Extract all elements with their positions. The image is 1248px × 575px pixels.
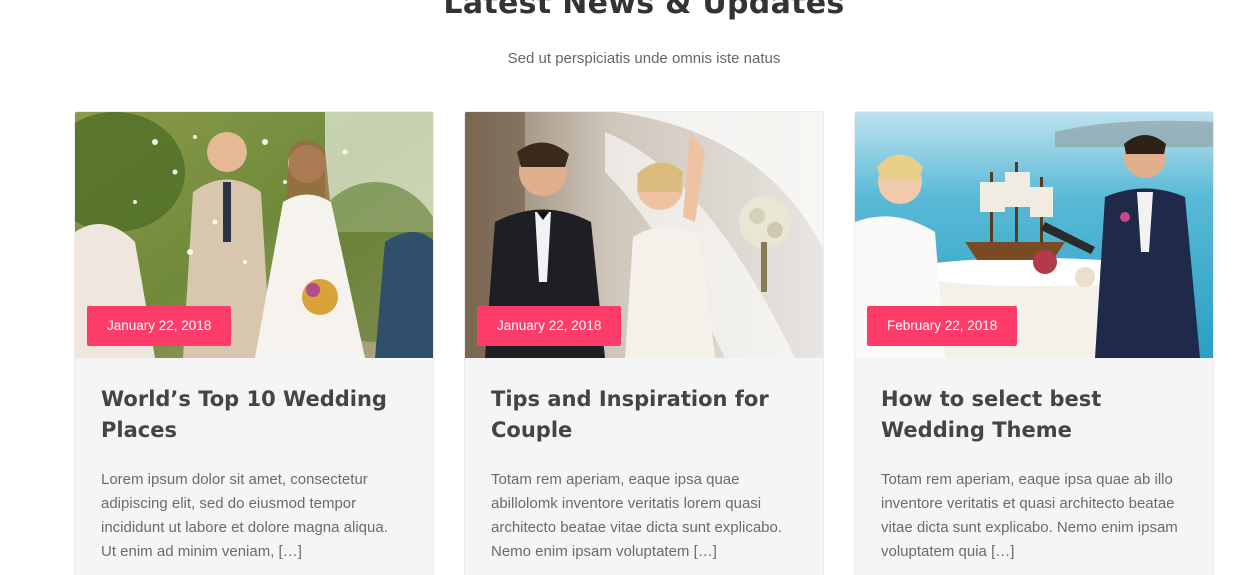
post-excerpt: Lorem ipsum dolor sit amet, consectetur … [101,471,388,560]
section-subheading: Sed ut perspiciatis unde omnis iste natu… [507,50,781,67]
post-body: Tips and Inspiration for Couple Totam re… [465,358,823,564]
post-thumbnail[interactable]: January 22, 2018 [465,112,823,358]
post-title[interactable]: Tips and Inspiration for Couple [491,384,797,446]
post-body: World’s Top 10 Wedding Places Lorem ipsu… [75,358,433,564]
news-card[interactable]: January 22, 2018 World’s Top 10 Wedding … [74,111,434,575]
news-section: Latest News & Updates Sed ut perspiciati… [0,0,1248,575]
post-body: How to select best Wedding Theme Totam r… [855,358,1213,564]
post-title[interactable]: World’s Top 10 Wedding Places [101,384,407,446]
post-title[interactable]: How to select best Wedding Theme [881,384,1187,446]
news-cards: January 22, 2018 World’s Top 10 Wedding … [74,111,1214,575]
post-date-badge[interactable]: January 22, 2018 [477,306,622,346]
post-thumbnail[interactable]: February 22, 2018 [855,112,1213,358]
post-thumbnail[interactable]: January 22, 2018 [75,112,433,358]
post-excerpt: Totam rem aperiam, eaque ipsa quae abill… [491,471,783,560]
post-excerpt: Totam rem aperiam, eaque ipsa quae ab il… [881,471,1178,560]
news-card[interactable]: February 22, 2018 How to select best Wed… [854,111,1214,575]
news-card[interactable]: January 22, 2018 Tips and Inspiration fo… [464,111,824,575]
post-date-badge[interactable]: January 22, 2018 [87,306,232,346]
section-heading: Latest News & Updates [443,0,845,21]
post-date-badge[interactable]: February 22, 2018 [867,306,1018,346]
